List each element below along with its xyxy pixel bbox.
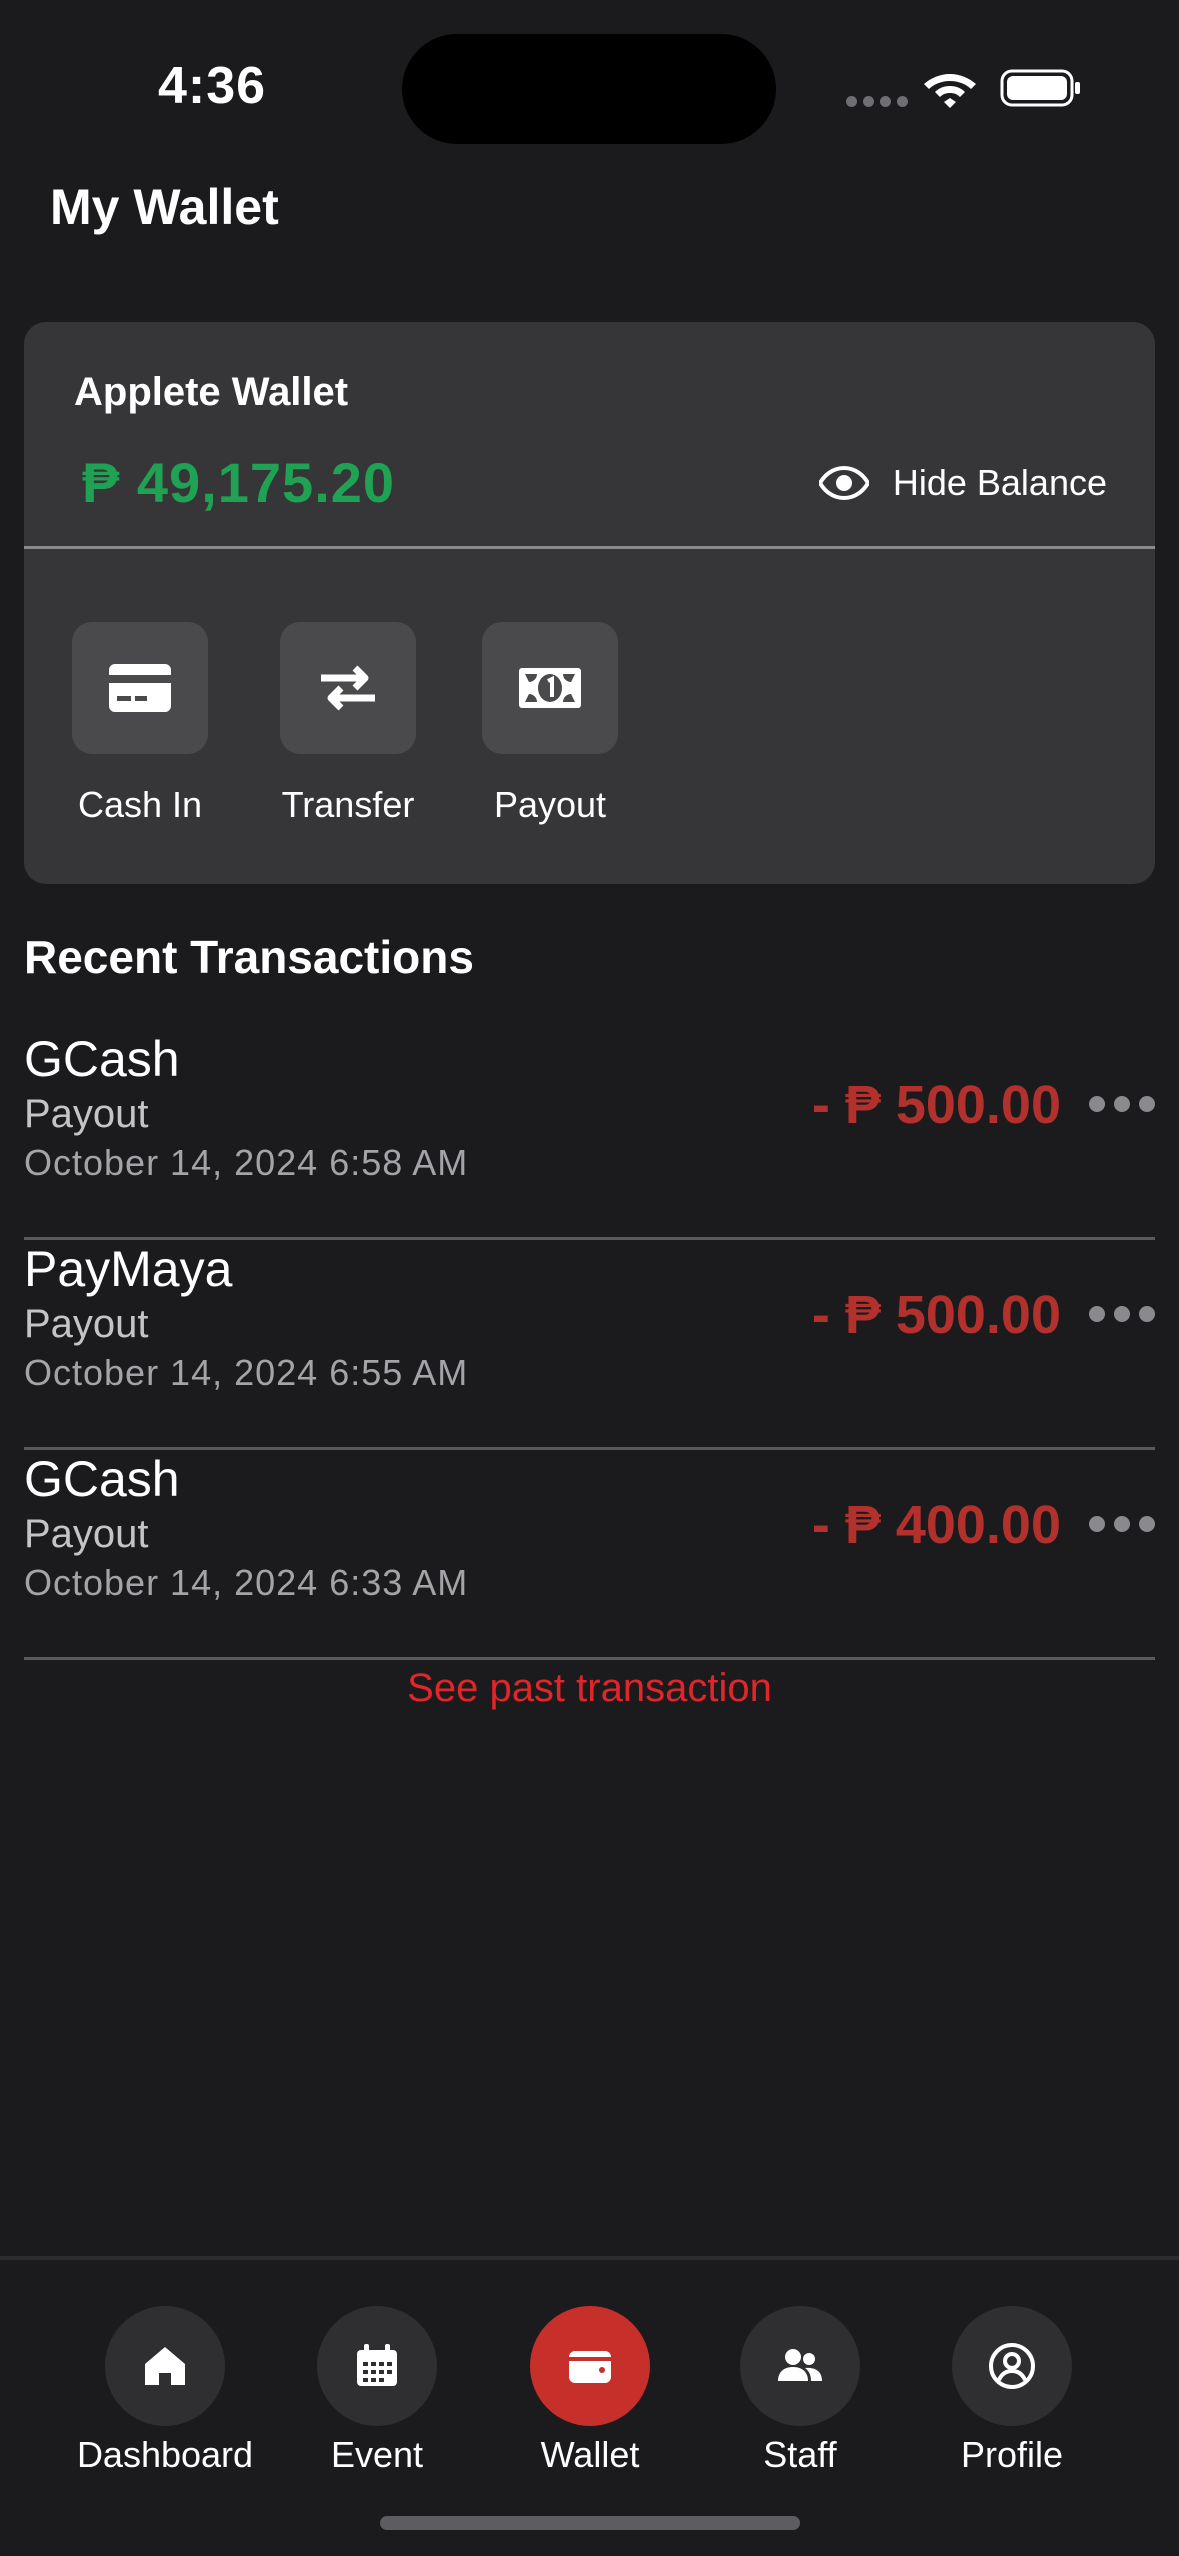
- payout-tile[interactable]: [482, 622, 618, 754]
- cash-in-tile[interactable]: [72, 622, 208, 754]
- tab-label: Profile: [960, 2434, 1064, 2475]
- cash-in-label: Cash In: [77, 784, 203, 825]
- more-options-icon[interactable]: [1089, 1516, 1155, 1532]
- tab-dashboard[interactable]: Dashboard: [65, 2306, 265, 2476]
- signal-dots-icon: [846, 96, 908, 107]
- hide-balance-label: Hide Balance: [892, 462, 1107, 503]
- transaction-name: GCash: [24, 1451, 180, 1507]
- home-indicator: [380, 2516, 800, 2530]
- tab-profile[interactable]: Profile: [912, 2306, 1112, 2476]
- tab-wallet[interactable]: Wallet: [490, 2306, 690, 2476]
- payout-button[interactable]: Payout: [482, 622, 618, 826]
- tab-event[interactable]: Event: [277, 2306, 477, 2476]
- home-icon: [145, 2347, 185, 2385]
- transfer-button[interactable]: Transfer: [280, 622, 416, 826]
- credit-card-icon: [109, 664, 171, 712]
- transaction-name: PayMaya: [24, 1241, 233, 1297]
- tab-dashboard-circle[interactable]: [105, 2306, 225, 2426]
- tab-event-circle[interactable]: [317, 2306, 437, 2426]
- transfer-tile[interactable]: [280, 622, 416, 754]
- wallet-name: Applete Wallet: [74, 370, 349, 414]
- see-past-transaction-link[interactable]: See past transaction: [0, 1666, 1179, 1711]
- transaction-amount: - ₱ 400.00: [811, 1495, 1061, 1555]
- status-time: 4:36: [158, 57, 267, 115]
- tab-wallet-circle[interactable]: [530, 2306, 650, 2426]
- recent-transactions-title: Recent Transactions: [24, 931, 474, 983]
- transaction-row[interactable]: GCash Payout October 14, 2024 6:58 AM - …: [24, 1030, 1155, 1240]
- money-bill-icon: [519, 668, 581, 708]
- transaction-type: Payout: [24, 1512, 149, 1556]
- wallet-screen: 4:36 My Wallet Applete Wallet ₱ 49,175.2…: [0, 0, 1179, 2556]
- calendar-icon: [357, 2344, 397, 2386]
- more-options-icon[interactable]: [1089, 1306, 1155, 1322]
- transaction-row[interactable]: PayMaya Payout October 14, 2024 6:55 AM …: [24, 1240, 1155, 1450]
- wallet-icon: [569, 2351, 611, 2383]
- transaction-row[interactable]: GCash Payout October 14, 2024 6:33 AM - …: [24, 1450, 1155, 1660]
- transaction-date: October 14, 2024 6:58 AM: [24, 1142, 469, 1183]
- more-options-icon[interactable]: [1089, 1096, 1155, 1112]
- tab-staff[interactable]: Staff: [700, 2306, 900, 2476]
- cash-in-button[interactable]: Cash In: [72, 622, 208, 826]
- dynamic-island: [402, 34, 776, 144]
- transaction-name: GCash: [24, 1031, 180, 1087]
- transfer-arrows-icon: [321, 665, 375, 711]
- battery-icon: [1000, 69, 1080, 107]
- people-icon: [778, 2349, 822, 2381]
- transaction-amount: - ₱ 500.00: [811, 1285, 1061, 1345]
- wifi-icon: [924, 74, 976, 108]
- transaction-type: Payout: [24, 1302, 149, 1346]
- wallet-card: Applete Wallet ₱ 49,175.20 Hide Balance …: [24, 322, 1155, 884]
- transaction-type: Payout: [24, 1092, 149, 1136]
- tab-label: Wallet: [540, 2434, 640, 2475]
- tab-label: Dashboard: [76, 2434, 254, 2475]
- transaction-date: October 14, 2024 6:33 AM: [24, 1562, 469, 1603]
- tab-staff-circle[interactable]: [740, 2306, 860, 2426]
- eye-icon: [818, 465, 869, 501]
- tab-label: Staff: [763, 2434, 837, 2475]
- page-title: My Wallet: [50, 179, 279, 235]
- wallet-balance: ₱ 49,175.20: [82, 451, 396, 514]
- card-divider: [24, 546, 1155, 549]
- transfer-label: Transfer: [281, 784, 415, 825]
- transaction-date: October 14, 2024 6:55 AM: [24, 1352, 469, 1393]
- tab-label: Event: [330, 2434, 424, 2475]
- transaction-amount: - ₱ 500.00: [811, 1075, 1061, 1135]
- tab-profile-circle[interactable]: [952, 2306, 1072, 2426]
- payout-label: Payout: [493, 784, 607, 825]
- tab-bar: Dashboard Event Wallet Staff Profile: [0, 2256, 1179, 2556]
- user-circle-icon: [989, 2343, 1035, 2389]
- hide-balance-button[interactable]: Hide Balance: [818, 462, 1107, 504]
